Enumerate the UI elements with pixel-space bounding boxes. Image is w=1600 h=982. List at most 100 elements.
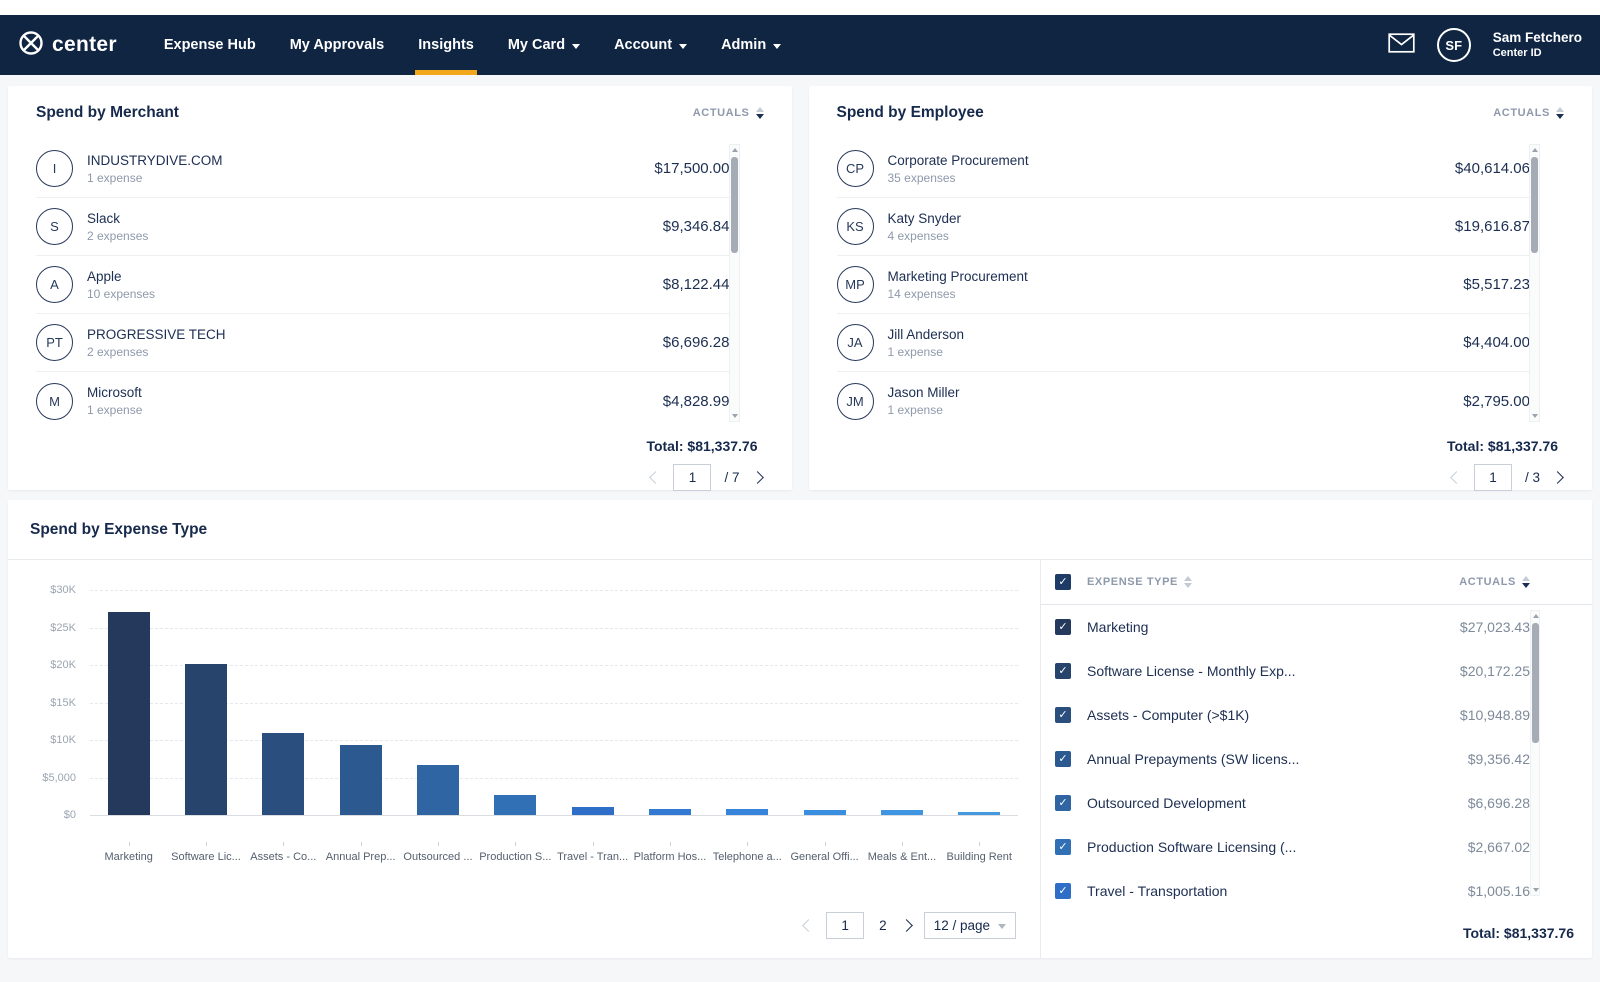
table-header-row: ✓ EXPENSE TYPE ACTUALS [1041, 560, 1592, 605]
axis-tick [205, 842, 207, 846]
actuals-sort-control[interactable]: ACTUALS [1459, 576, 1530, 588]
table-row[interactable]: ✓ Annual Prepayments (SW licens... $9,356.… [1055, 737, 1530, 781]
select-all-checkbox[interactable]: ✓ [1055, 574, 1071, 590]
bars-container [90, 590, 1018, 815]
nav-item-my-approvals[interactable]: My Approvals [273, 15, 402, 75]
row-checkbox[interactable]: ✓ [1055, 751, 1071, 767]
scroll-up-arrow-icon[interactable] [1533, 614, 1539, 618]
bar-column [399, 765, 476, 815]
table-scrollbar[interactable] [1530, 610, 1540, 896]
expense-type-cell: Marketing [1087, 619, 1149, 635]
bar-production-s[interactable] [494, 795, 537, 815]
expense-type-cell: Annual Prepayments (SW licens... [1087, 751, 1300, 767]
sort-arrows-icon [1556, 107, 1564, 119]
row-checkbox[interactable]: ✓ [1055, 619, 1071, 635]
bar-building-rent[interactable] [958, 812, 1001, 815]
previous-page-icon[interactable] [802, 919, 816, 932]
employee-sort-control[interactable]: ACTUALS [1493, 107, 1564, 119]
scroll-up-arrow-icon[interactable] [1532, 148, 1538, 152]
list-item-text: Apple 10 expenses [87, 269, 649, 301]
chart-page-2[interactable]: 2 [877, 918, 889, 933]
messages-envelope-icon[interactable] [1388, 32, 1415, 58]
employee-scrollbar[interactable] [1529, 144, 1540, 422]
expense-chart-column: $30K $25K $20K $15K $10K $5,000 $0 Marketing So… [8, 560, 1040, 958]
next-page-icon[interactable] [899, 919, 913, 932]
expense-type-sort-control[interactable]: EXPENSE TYPE [1087, 576, 1192, 588]
bar-travel-tran[interactable] [571, 807, 614, 815]
scrollbar-thumb[interactable] [1532, 623, 1539, 743]
nav-item-my-card[interactable]: My Card [491, 15, 597, 75]
bar-outsourced[interactable] [416, 765, 459, 815]
scrollbar-thumb[interactable] [730, 157, 738, 253]
scroll-down-arrow-icon[interactable] [1532, 414, 1538, 418]
employee-page-input[interactable]: 1 [1473, 464, 1512, 491]
list-item[interactable]: JA Jill Anderson 1 expense $4,404.00 [836, 314, 1530, 372]
bar-platform-hos[interactable] [648, 809, 691, 815]
bar-assets-co[interactable] [262, 733, 305, 815]
employee-list: CP Corporate Procurement 35 expenses $40,61… [836, 140, 1565, 430]
nav-item-label: Account [614, 37, 673, 53]
previous-page-icon[interactable] [1450, 471, 1463, 484]
nav-item-insights[interactable]: Insights [401, 15, 491, 75]
list-item-subtitle: 35 expenses [887, 170, 956, 185]
user-menu[interactable]: Sam Fetchero Center ID [1493, 30, 1582, 61]
table-row[interactable]: ✓ Outsourced Development $6,696.28 [1055, 781, 1530, 825]
table-row[interactable]: ✓ Travel - Transportation $1,005.16 [1055, 869, 1530, 913]
bar-column [863, 810, 940, 815]
row-checkbox[interactable]: ✓ [1055, 663, 1071, 679]
list-item[interactable]: S Slack 2 expenses $9,346.84 [36, 198, 730, 256]
list-item[interactable]: JM Jason Miller 1 expense $2,795.00 [836, 372, 1530, 430]
employee-card-header: Spend by Employee ACTUALS [837, 86, 1564, 140]
merchant-page-input[interactable]: 1 [673, 464, 712, 491]
table-row[interactable]: ✓ Assets - Computer (>$1K) $10,948.89 [1055, 693, 1530, 737]
table-total-value: $81,337.76 [1503, 925, 1574, 941]
list-item-subtitle: 10 expenses [87, 286, 156, 301]
scroll-up-arrow-icon[interactable] [731, 148, 738, 152]
merchant-sort-control[interactable]: ACTUALS [693, 107, 764, 119]
list-item-subtitle: 1 expense [887, 344, 943, 359]
row-checkbox[interactable]: ✓ [1055, 707, 1071, 723]
bar-annual-prep[interactable] [339, 745, 382, 815]
page-size-select[interactable]: 12 / page [923, 912, 1016, 939]
nav-item-expense-hub[interactable]: Expense Hub [147, 15, 273, 75]
x-axis-category: Platform Hos... [631, 842, 708, 863]
table-row[interactable]: ✓ Software License - Monthly Exp... $20,17… [1055, 649, 1530, 693]
row-checkbox[interactable]: ✓ [1055, 839, 1071, 855]
x-axis-tick-label: Assets - Co... [250, 851, 317, 863]
list-item[interactable]: CP Corporate Procurement 35 expenses $40,61… [836, 140, 1530, 198]
next-page-icon[interactable] [1551, 471, 1564, 484]
x-axis-category: General Offi... [786, 842, 863, 863]
list-item[interactable]: PT PROGRESSIVE TECH 2 expenses $6,696.28 [36, 314, 730, 372]
list-item[interactable]: A Apple 10 expenses $8,122.44 [36, 256, 730, 314]
merchant-scrollbar[interactable] [728, 144, 740, 422]
sort-arrows-icon [755, 107, 764, 119]
table-row[interactable]: ✓ Marketing $27,023.43 [1055, 605, 1530, 649]
list-item[interactable]: I INDUSTRYDIVE.COM 1 expense $17,500.00 [36, 140, 730, 198]
next-page-icon[interactable] [750, 471, 764, 484]
nav-item-admin[interactable]: Admin [704, 15, 798, 75]
scroll-down-arrow-icon[interactable] [731, 414, 738, 418]
table-row[interactable]: ✓ Production Software Licensing (... $2,66… [1055, 825, 1530, 869]
bar-general-offi[interactable] [803, 810, 846, 815]
list-item[interactable]: M Microsoft 1 expense $4,828.99 [36, 372, 730, 430]
scrollbar-thumb[interactable] [1531, 157, 1538, 253]
row-checkbox[interactable]: ✓ [1055, 883, 1071, 899]
axis-tick [824, 842, 826, 846]
nav-item-account[interactable]: Account [597, 15, 704, 75]
list-item-amount: $19,616.87 [1454, 218, 1530, 235]
bar-column [167, 664, 244, 815]
previous-page-icon[interactable] [649, 471, 663, 484]
row-checkbox[interactable]: ✓ [1055, 795, 1071, 811]
list-item[interactable]: KS Katy Snyder 4 expenses $19,616.87 [836, 198, 1530, 256]
center-logo[interactable]: center [18, 30, 117, 61]
bar-telephone-a[interactable] [726, 809, 769, 815]
bar-meals-ent[interactable] [880, 810, 923, 815]
nav-item-label: Expense Hub [163, 37, 256, 53]
bar-software-lic[interactable] [184, 664, 227, 815]
scroll-down-arrow-icon[interactable] [1533, 888, 1539, 892]
list-item[interactable]: MP Marketing Procurement 14 expenses $5,517… [836, 256, 1530, 314]
user-avatar[interactable]: SF [1436, 28, 1471, 62]
list-item-text: Slack 2 expenses [87, 211, 649, 243]
chart-page-input[interactable]: 1 [826, 912, 865, 939]
bar-marketing[interactable] [107, 612, 150, 815]
